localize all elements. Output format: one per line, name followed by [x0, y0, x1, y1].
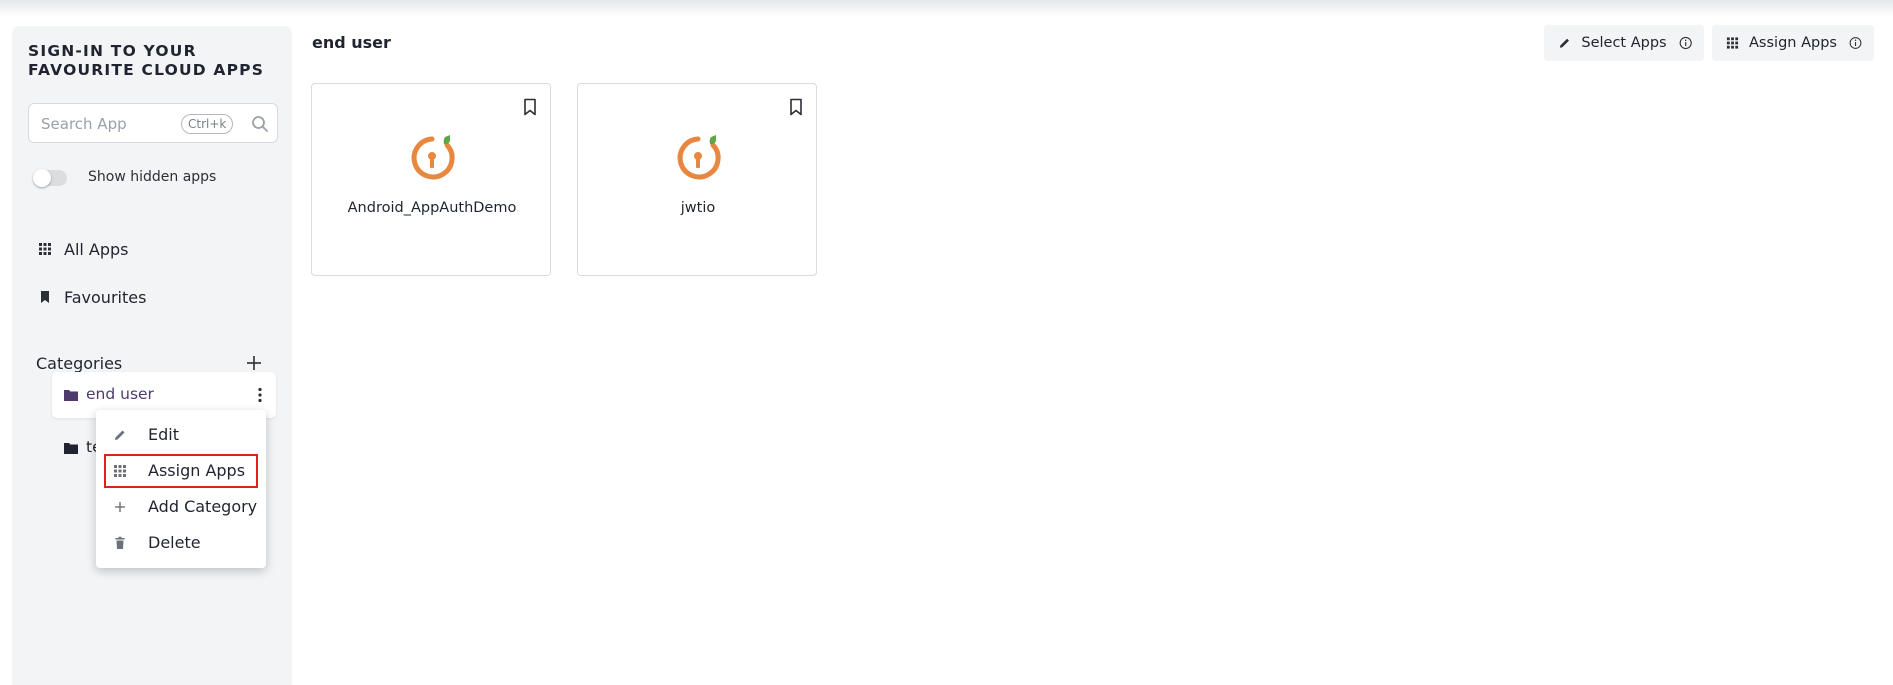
info-icon[interactable] [1849, 36, 1862, 50]
search-icon[interactable] [250, 114, 270, 134]
pencil-icon [115, 430, 125, 440]
folder-icon [64, 390, 78, 401]
bookmark-outline-icon[interactable] [789, 98, 803, 116]
bookmark-outline-icon[interactable] [523, 98, 537, 116]
category-label: end user [86, 385, 154, 403]
grid-icon [114, 465, 126, 477]
assign-apps-button[interactable]: Assign Apps [1712, 25, 1874, 61]
info-icon[interactable] [1679, 36, 1692, 50]
shortcut-hint: Ctrl+k [181, 114, 234, 134]
menu-item-delete[interactable]: Delete [96, 528, 266, 558]
app-card-android-appauthdemo[interactable]: Android_AppAuthDemo [311, 83, 551, 276]
more-options-icon[interactable] [252, 386, 268, 404]
grid-icon [1726, 37, 1739, 49]
show-hidden-apps-label: Show hidden apps [88, 169, 217, 185]
select-apps-button[interactable]: Select Apps [1544, 25, 1704, 61]
plus-icon [115, 502, 125, 512]
nav-favourites-label: Favourites [64, 287, 147, 307]
grid-icon [39, 243, 51, 255]
menu-item-edit[interactable]: Edit [96, 420, 266, 450]
top-shadow [0, 0, 1893, 16]
app-logo-icon [677, 135, 721, 180]
pencil-icon [1559, 38, 1569, 48]
page-title: end user [312, 33, 391, 52]
nav-all-apps[interactable]: All Apps [38, 237, 129, 261]
menu-item-add-category[interactable]: Add Category [96, 492, 266, 522]
bookmark-icon [41, 291, 49, 303]
category-context-menu: Edit Assign Apps Add Category Delete [96, 410, 266, 568]
trash-icon [115, 536, 125, 549]
app-name: Android_AppAuthDemo [347, 200, 517, 216]
sidebar: SIGN-IN TO YOUR FAVOURITE CLOUD APPS Ctr… [12, 26, 292, 685]
app-logo-icon [411, 135, 455, 180]
add-category-icon[interactable] [244, 353, 264, 373]
show-hidden-apps-toggle[interactable] [33, 169, 67, 187]
folder-icon [64, 443, 78, 454]
brand-title: SIGN-IN TO YOUR FAVOURITE CLOUD APPS [28, 42, 265, 79]
categories-heading: Categories [36, 354, 123, 373]
nav-favourites[interactable]: Favourites [38, 285, 146, 309]
nav-all-apps-label: All Apps [64, 239, 129, 259]
menu-item-assign-apps[interactable]: Assign Apps [104, 454, 258, 488]
search-box: Ctrl+k [28, 103, 278, 143]
search-input[interactable] [41, 113, 181, 135]
app-card-jwtio[interactable]: jwtio [577, 83, 817, 276]
app-name: jwtio [680, 200, 716, 216]
